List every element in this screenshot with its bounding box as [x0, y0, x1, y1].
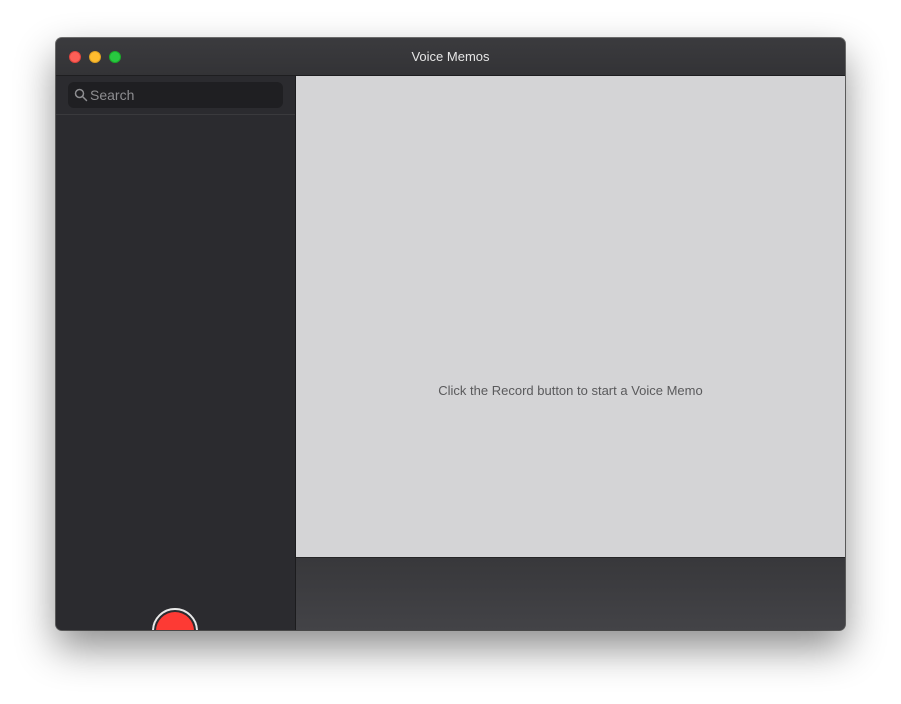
memo-detail-area: Click the Record button to start a Voice… — [296, 76, 845, 557]
search-area — [56, 76, 295, 115]
playback-bar — [296, 557, 845, 630]
record-button[interactable] — [152, 608, 198, 630]
title-bar[interactable]: Voice Memos — [56, 38, 845, 76]
search-field[interactable] — [68, 82, 283, 108]
search-icon — [74, 88, 88, 102]
window-title: Voice Memos — [411, 49, 490, 64]
sidebar — [56, 76, 296, 630]
search-input[interactable] — [90, 82, 276, 108]
empty-state-message: Click the Record button to start a Voice… — [438, 383, 703, 398]
voice-memos-window: Voice Memos Click the Record button to s… — [56, 38, 845, 630]
record-icon — [156, 612, 194, 630]
